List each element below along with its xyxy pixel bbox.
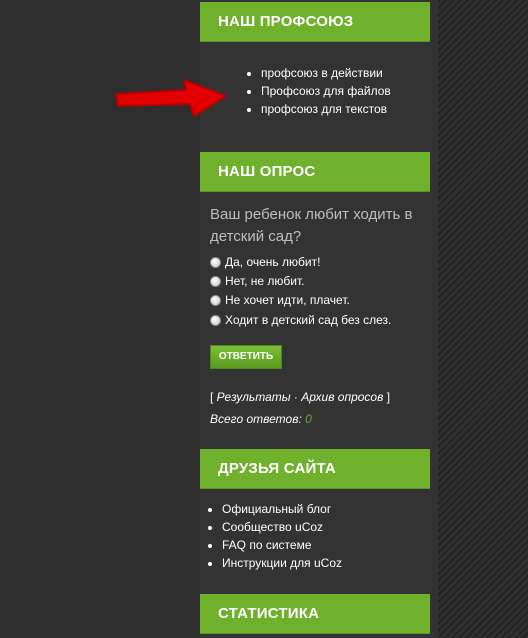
poll-option-2[interactable]: Нет, не любит. (210, 272, 305, 290)
poll-total-count: 0 (305, 412, 312, 426)
page-background-pattern (438, 0, 528, 638)
friends-link-3-text[interactable]: FAQ по системе (222, 538, 312, 552)
union-links-list: профсоюз в действии Профсоюз для файлов … (261, 64, 391, 118)
union-link-1-text[interactable]: профсоюз в действии (261, 66, 383, 80)
poll-question: Ваш ребенок любит ходить в детский сад? (210, 206, 413, 245)
poll-links-open-bracket: [ (210, 390, 217, 404)
friends-link-2[interactable]: Сообщество uCoz (222, 518, 342, 536)
friends-link-1-text[interactable]: Официальный блог (222, 502, 331, 516)
friends-link-2-text[interactable]: Сообщество uCoz (222, 520, 323, 534)
radio-button-icon[interactable] (210, 276, 221, 287)
red-arrow-annotation (115, 79, 227, 117)
radio-button-icon[interactable] (210, 315, 221, 326)
poll-links: [ Результаты · Архив опросов ] (210, 388, 390, 406)
poll-links-separator: · (290, 390, 302, 404)
poll-option-4-label: Ходит в детский сад без слез. (225, 313, 392, 327)
union-link-3-text[interactable]: профсоюз для текстов (261, 102, 387, 116)
union-link-3[interactable]: профсоюз для текстов (261, 100, 391, 118)
poll-option-1[interactable]: Да, очень любит! (210, 253, 320, 271)
vote-button[interactable]: ОТВЕТИТЬ (210, 345, 282, 369)
union-link-1[interactable]: профсоюз в действии (261, 64, 391, 82)
poll-links-close-bracket: ] (383, 390, 391, 404)
poll-option-3[interactable]: Не хочет идти, плачет. (210, 291, 350, 309)
friends-block-body: Официальный блог Сообщество uCoz FAQ по … (200, 490, 430, 584)
friends-links-list: Официальный блог Сообщество uCoz FAQ по … (222, 500, 342, 572)
friends-link-3[interactable]: FAQ по системе (222, 536, 342, 554)
poll-results-link[interactable]: Результаты (217, 390, 291, 404)
poll-total-label: Всего ответов: (210, 412, 306, 426)
radio-button-icon[interactable] (210, 295, 221, 306)
union-link-2-text[interactable]: Профсоюз для файлов (261, 84, 391, 98)
stats-block-title: СТАТИСТИКА (200, 594, 430, 634)
poll-block-title: НАШ ОПРОС (200, 152, 430, 192)
poll-option-1-label: Да, очень любит! (225, 255, 321, 269)
poll-option-3-label: Не хочет идти, плачет. (225, 293, 350, 307)
union-block-title: НАШ ПРОФСОЮЗ (200, 2, 430, 42)
poll-option-2-label: Нет, не любит. (225, 274, 305, 288)
friends-link-4-text[interactable]: Инструкции для uCoz (222, 556, 342, 570)
poll-archive-link[interactable]: Архив опросов (301, 390, 383, 404)
friends-block-title: ДРУЗЬЯ САЙТА (200, 449, 430, 489)
friends-link-1[interactable]: Официальный блог (222, 500, 342, 518)
radio-button-icon[interactable] (210, 257, 221, 268)
poll-total: Всего ответов: 0 (210, 410, 312, 428)
union-block-body: профсоюз в действии Профсоюз для файлов … (200, 43, 430, 145)
poll-option-4[interactable]: Ходит в детский сад без слез. (210, 311, 391, 329)
union-link-2[interactable]: Профсоюз для файлов (261, 82, 391, 100)
friends-link-4[interactable]: Инструкции для uCoz (222, 554, 342, 572)
